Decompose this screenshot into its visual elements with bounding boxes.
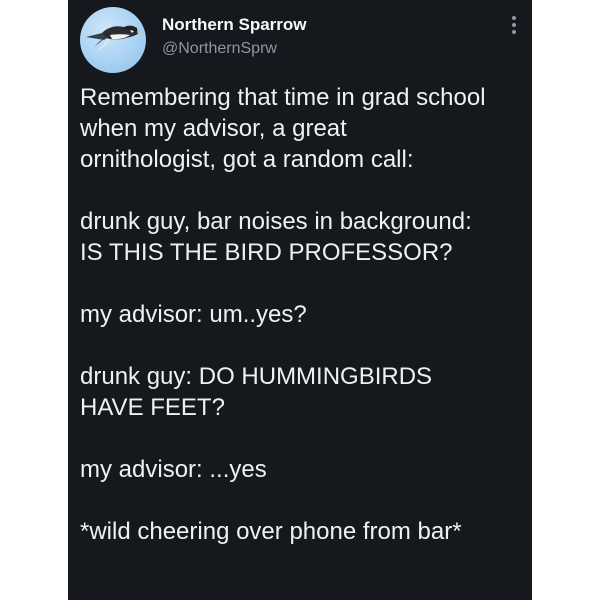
more-options-button[interactable] xyxy=(506,12,522,38)
tweet-text: Remembering that time in grad school whe… xyxy=(80,82,526,578)
tweet-paragraph: my advisor: ...yes xyxy=(80,456,267,483)
avatar[interactable] xyxy=(80,7,146,73)
display-name[interactable]: Northern Sparrow xyxy=(162,15,307,35)
user-handle[interactable]: @NorthernSprw xyxy=(162,40,277,58)
tweet-paragraph: drunk guy, bar noises in background: IS … xyxy=(80,208,472,266)
tweet-card: Northern Sparrow @NorthernSprw Rememberi… xyxy=(68,0,532,600)
tweet-paragraph: Remembering that time in grad school whe… xyxy=(80,84,486,173)
tweet-header: Northern Sparrow @NorthernSprw xyxy=(68,0,532,78)
tweet-paragraph: *wild cheering over phone from bar* xyxy=(80,518,462,545)
tweet-paragraph: drunk guy: DO HUMMINGBIRDS HAVE FEET? xyxy=(80,363,433,421)
bird-avatar-icon xyxy=(86,25,143,51)
tweet-paragraph: my advisor: um..yes? xyxy=(80,301,307,328)
